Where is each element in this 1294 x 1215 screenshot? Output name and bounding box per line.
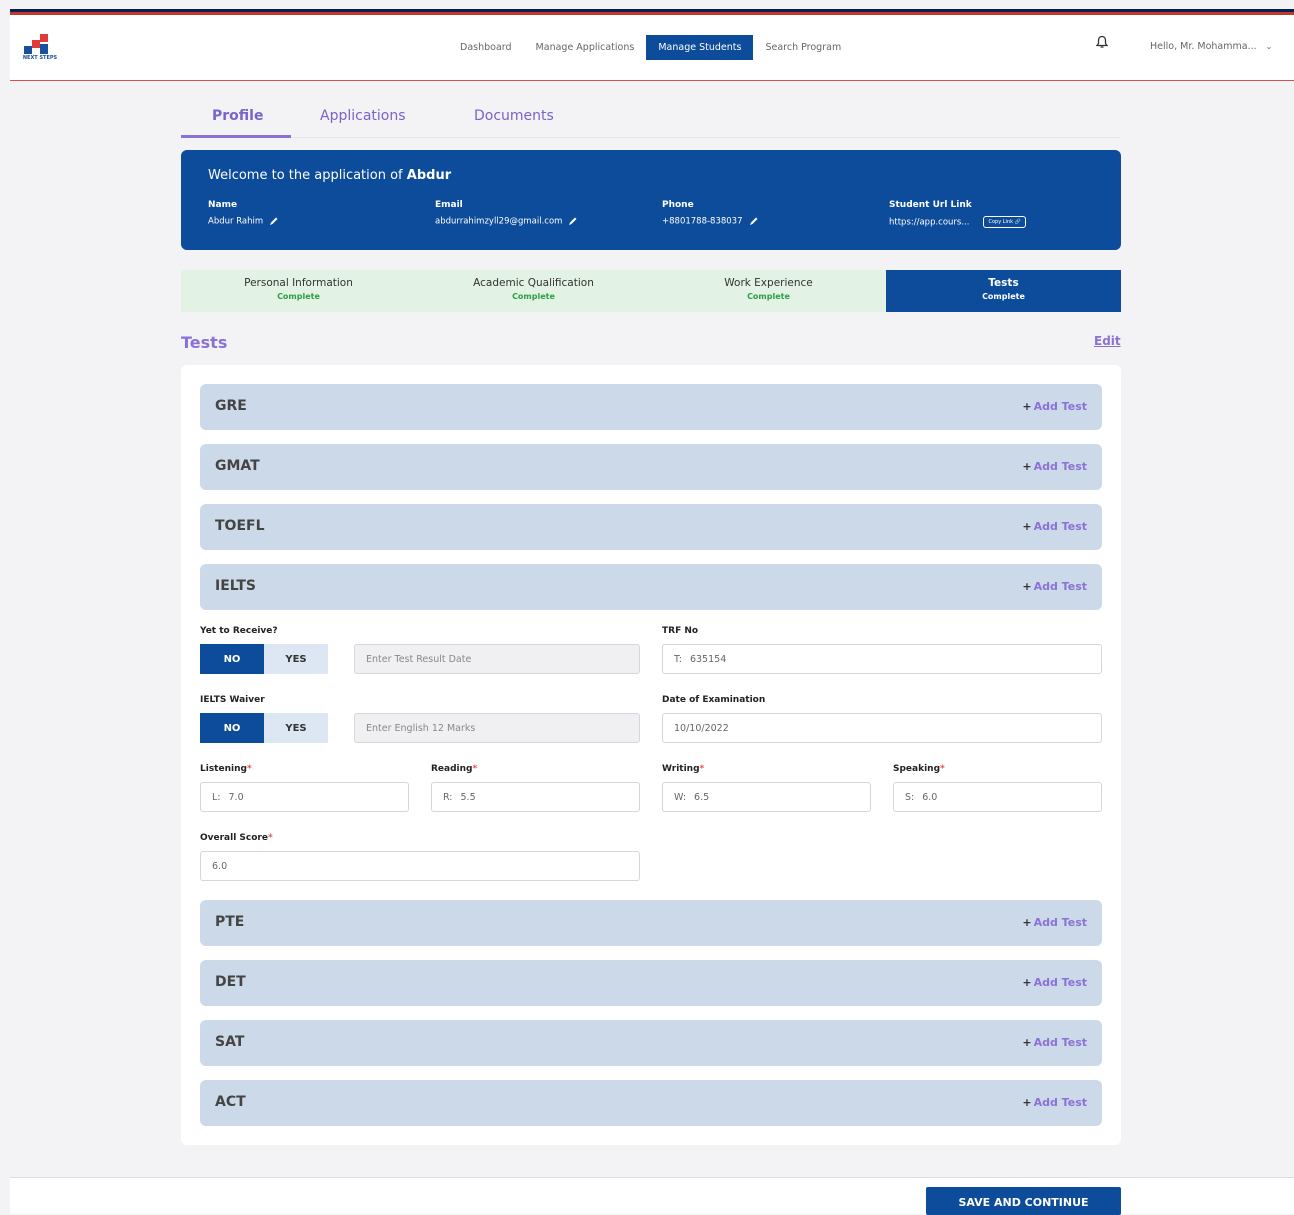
next-steps-logo[interactable]: NEXT STEPS	[22, 34, 58, 62]
nav-dashboard[interactable]: Dashboard	[448, 35, 524, 60]
overall-score-label: Overall Score*	[200, 833, 273, 843]
test-bar-toefl[interactable]: TOEFL + Add Test	[200, 504, 1102, 550]
waiver-no-option[interactable]: NO	[200, 713, 264, 743]
yet-to-receive-toggle: NO YES	[200, 644, 328, 674]
trf-no-label: TRF No	[662, 626, 699, 636]
user-greeting: Hello, Mr. Mohamma...	[1150, 41, 1257, 52]
speaking-label: Speaking*	[893, 764, 945, 774]
english-12-marks-input[interactable]: Enter English 12 Marks	[354, 713, 640, 743]
date-of-examination-input[interactable]: 10/10/2022	[662, 713, 1102, 743]
name-label: Name	[208, 200, 238, 210]
plus-icon: +	[1022, 400, 1032, 413]
reading-input[interactable]: R: 5.5	[431, 782, 640, 812]
tests-card: GRE + Add Test GMAT + Add Test TOEFL + Add …	[181, 365, 1121, 1145]
url-label: Student Url Link	[889, 200, 972, 210]
student-name: Abdur Rahim	[208, 216, 264, 227]
student-url: https://app.cours...	[889, 217, 970, 228]
phone-block: Phone +8801788-838037	[662, 200, 759, 227]
test-bar-pte[interactable]: PTE + Add Test	[200, 900, 1102, 946]
plus-icon: +	[1022, 460, 1032, 473]
edit-link[interactable]: Edit	[1094, 334, 1121, 348]
test-bar-sat[interactable]: SAT + Add Test	[200, 1020, 1102, 1066]
plus-icon: +	[1022, 916, 1032, 929]
user-menu[interactable]: Hello, Mr. Mohamma... ⌄	[1150, 41, 1272, 52]
welcome-banner: Welcome to the application of Abdur Name…	[181, 150, 1121, 250]
main-nav: Dashboard Manage Applications Manage Stu…	[448, 35, 853, 60]
plus-icon: +	[1022, 580, 1032, 593]
chevron-down-icon: ⌄	[1265, 42, 1273, 51]
save-and-continue-button[interactable]: SAVE AND CONTINUE	[926, 1187, 1121, 1215]
tab-profile[interactable]: Profile	[212, 108, 263, 124]
nav-manage-applications[interactable]: Manage Applications	[524, 35, 647, 60]
test-bar-ielts[interactable]: IELTS + Add Test	[200, 564, 1102, 610]
test-result-date-input[interactable]: Enter Test Result Date	[354, 644, 640, 674]
add-test-button[interactable]: + Add Test	[1022, 1096, 1087, 1109]
speaking-input[interactable]: S: 6.0	[893, 782, 1102, 812]
url-block: Student Url Link https://app.cours... Cop…	[889, 200, 1026, 228]
writing-input[interactable]: W: 6.5	[662, 782, 871, 812]
nav-manage-students[interactable]: Manage Students	[646, 35, 754, 60]
edit-pencil-icon[interactable]	[749, 216, 759, 226]
test-bar-act[interactable]: ACT + Add Test	[200, 1080, 1102, 1126]
test-bar-gre[interactable]: GRE + Add Test	[200, 384, 1102, 430]
plus-icon: +	[1022, 1096, 1032, 1109]
link-icon: 🔗	[1014, 219, 1021, 225]
active-tab-underline	[181, 135, 291, 138]
add-test-button[interactable]: + Add Test	[1022, 976, 1087, 989]
profile-tabs: Profile Applications Documents	[181, 98, 1121, 138]
waiver-yes-option[interactable]: YES	[264, 713, 328, 743]
nav-search-program[interactable]: Search Program	[753, 35, 853, 60]
add-test-button[interactable]: + Add Test	[1022, 520, 1087, 533]
step-personal-information[interactable]: Personal Information Complete	[181, 270, 416, 312]
edit-pencil-icon[interactable]	[568, 216, 578, 226]
plus-icon: +	[1022, 1036, 1032, 1049]
add-test-button[interactable]: + Add Test	[1022, 400, 1087, 413]
ielts-waiver-label: IELTS Waiver	[200, 695, 265, 705]
trf-no-input[interactable]: T: 635154	[662, 644, 1102, 674]
listening-label: Listening*	[200, 764, 252, 774]
notification-bell-icon[interactable]	[1095, 35, 1109, 49]
student-phone: +8801788-838037	[662, 216, 743, 227]
plus-icon: +	[1022, 976, 1032, 989]
top-header: NEXT STEPS Dashboard Manage Applications…	[10, 15, 1294, 81]
tab-applications[interactable]: Applications	[320, 108, 406, 124]
edit-pencil-icon[interactable]	[269, 216, 279, 226]
step-academic-qualification[interactable]: Academic Qualification Complete	[416, 270, 651, 312]
ielts-waiver-toggle: NO YES	[200, 713, 328, 743]
welcome-title: Welcome to the application of Abdur	[208, 168, 452, 183]
test-bar-det[interactable]: DET + Add Test	[200, 960, 1102, 1006]
writing-label: Writing*	[662, 764, 705, 774]
email-block: Email abdurrahimzyll29@gmail.com	[435, 200, 578, 227]
phone-label: Phone	[662, 200, 694, 210]
yet-yes-option[interactable]: YES	[264, 644, 328, 674]
listening-input[interactable]: L: 7.0	[200, 782, 409, 812]
step-work-experience[interactable]: Work Experience Complete	[651, 270, 886, 312]
student-email: abdurrahimzyll29@gmail.com	[435, 216, 563, 227]
overall-score-input[interactable]: 6.0	[200, 851, 640, 881]
date-of-examination-label: Date of Examination	[662, 695, 766, 705]
email-label: Email	[435, 200, 463, 210]
yet-no-option[interactable]: NO	[200, 644, 264, 674]
add-test-button[interactable]: + Add Test	[1022, 1036, 1087, 1049]
section-title: Tests	[181, 333, 228, 352]
tab-documents[interactable]: Documents	[474, 108, 554, 124]
name-block: Name Abdur Rahim	[208, 200, 279, 227]
add-test-button[interactable]: + Add Test	[1022, 580, 1087, 593]
step-tests[interactable]: Tests Complete	[886, 270, 1121, 312]
reading-label: Reading*	[431, 764, 478, 774]
progress-steps: Personal Information Complete Academic Q…	[181, 270, 1121, 312]
yet-to-receive-label: Yet to Receive?	[200, 626, 278, 636]
test-bar-gmat[interactable]: GMAT + Add Test	[200, 444, 1102, 490]
copy-link-button[interactable]: Copy Link 🔗	[983, 216, 1026, 228]
plus-icon: +	[1022, 520, 1032, 533]
add-test-button[interactable]: + Add Test	[1022, 916, 1087, 929]
add-test-button[interactable]: + Add Test	[1022, 460, 1087, 473]
